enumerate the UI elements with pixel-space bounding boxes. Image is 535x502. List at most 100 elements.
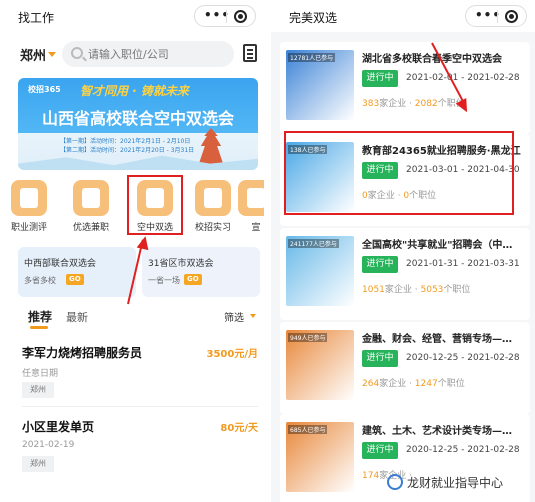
capsule-divider bbox=[226, 10, 227, 23]
tab-latest[interactable]: 最新 bbox=[66, 309, 88, 325]
grid-label: 校招实习 bbox=[194, 223, 231, 233]
fair-title: 全国高校"共享就业"招聘会（中… bbox=[362, 240, 513, 251]
grid-label: 优选兼职 bbox=[72, 223, 109, 233]
filter-button[interactable]: 筛选 bbox=[224, 309, 244, 324]
tab-recommend[interactable]: 推荐 bbox=[28, 308, 52, 325]
page-title: 完美双选 bbox=[289, 11, 338, 25]
close-icon[interactable] bbox=[505, 10, 518, 23]
job-date: 任意日期 bbox=[22, 369, 59, 379]
job-title: 小区里发单页 bbox=[22, 420, 95, 434]
wechat-official-icon bbox=[387, 474, 403, 490]
mini-program-capsule[interactable]: ••• bbox=[465, 5, 527, 27]
fair-dates: 2020-12-25 - 2021-02-28 bbox=[406, 353, 520, 363]
promo-card-31-provinces[interactable]: 31省区市双选会 一省一场 GO bbox=[142, 247, 260, 297]
company-count: 1051 bbox=[362, 285, 385, 295]
grid-item-more[interactable]: 宣 bbox=[236, 180, 264, 233]
fair-card[interactable]: 949人已参与 金融、财会、经管、营销专场—… 进行中 2020-12-25 - 20… bbox=[280, 322, 530, 414]
promo-card-central-west[interactable]: 中西部联合双选会 多省多校 GO bbox=[18, 247, 136, 297]
job-tabs: 推荐 最新 筛选 bbox=[0, 308, 264, 330]
fair-stats: 383家企业 · 2082个职位 bbox=[362, 96, 465, 109]
search-row: 郑州 bbox=[0, 40, 264, 68]
divider bbox=[22, 406, 258, 407]
mini-program-capsule[interactable]: ••• bbox=[194, 5, 256, 27]
promo-sub: 多省多校 bbox=[24, 276, 56, 285]
chevron-down-icon[interactable] bbox=[250, 314, 256, 318]
tab-active-indicator bbox=[30, 326, 48, 329]
promo-sub: 一省一场 bbox=[148, 276, 180, 285]
promo-title: 中西部联合双选会 bbox=[24, 259, 97, 269]
fair-stats: 1051家企业 · 5053个职位 bbox=[362, 282, 470, 295]
grid-label: 职业测评 bbox=[10, 223, 47, 233]
promo-go-badge[interactable]: GO bbox=[184, 274, 202, 285]
job-location-tag: 郑州 bbox=[22, 456, 54, 472]
page-title: 找工作 bbox=[18, 11, 55, 25]
chevron-down-icon[interactable] bbox=[48, 52, 56, 57]
capsule-divider bbox=[497, 10, 498, 23]
participants-badge: 12781人已参与 bbox=[288, 53, 336, 62]
banner-slogan: 智才同用 · 铸就未来 bbox=[80, 84, 189, 98]
banner-logo: 校招365 bbox=[28, 85, 61, 94]
highlight-box-fair bbox=[284, 131, 514, 215]
status-badge: 进行中 bbox=[362, 70, 398, 87]
participants-badge: 241177人已参与 bbox=[288, 239, 339, 248]
thumbs-up-icon bbox=[73, 180, 109, 216]
briefcase-icon bbox=[195, 180, 231, 216]
highlight-box-air-fair bbox=[127, 175, 183, 235]
close-icon[interactable] bbox=[234, 10, 247, 23]
grid-item-part-time[interactable]: 优选兼职 bbox=[66, 180, 116, 233]
promo-title: 31省区市双选会 bbox=[148, 259, 214, 269]
company-count: 174 bbox=[362, 471, 380, 481]
job-date: 2021-02-19 bbox=[22, 440, 75, 450]
fair-stats: 264家企业 · 1247个职位 bbox=[362, 376, 465, 389]
fair-title: 建筑、土木、艺术设计类专场—… bbox=[362, 426, 512, 437]
participants-badge: 685人已参与 bbox=[288, 425, 328, 434]
job-card[interactable]: 李军力烧烤招聘服务员 3500元/月 任意日期 郑州 bbox=[22, 344, 258, 404]
search-bar[interactable] bbox=[62, 41, 234, 67]
fair-thumbnail: 241177人已参与 bbox=[286, 236, 354, 306]
assessment-icon bbox=[11, 180, 47, 216]
position-count: 1247 bbox=[414, 379, 438, 389]
company-count: 264 bbox=[362, 379, 380, 389]
left-title-bar: 找工作 ••• bbox=[0, 0, 264, 32]
job-card[interactable]: 小区里发单页 80元/天 2021-02-19 郑州 bbox=[22, 418, 258, 478]
grid-more-icon bbox=[238, 180, 264, 216]
company-label: 家企业 · bbox=[379, 99, 415, 109]
watermark-text: 龙财就业指导中心 bbox=[407, 476, 504, 490]
city-selector[interactable]: 郑州 bbox=[20, 45, 46, 64]
search-icon bbox=[71, 47, 83, 59]
company-count: 383 bbox=[362, 99, 380, 109]
grid-item-internship[interactable]: 校招实习 bbox=[188, 180, 238, 233]
fair-title: 金融、财会、经管、营销专场—… bbox=[362, 334, 512, 345]
participants-badge: 949人已参与 bbox=[288, 333, 328, 342]
fair-dates: 2020-12-25 - 2021-02-28 bbox=[406, 445, 520, 455]
banner-title: 山西省高校联合空中双选会 bbox=[41, 109, 234, 128]
banner[interactable]: 校招365 智才同用 · 铸就未来 山西省高校联合空中双选会 【第一期】活动时间… bbox=[18, 78, 258, 170]
fair-dates: 2021-01-31 - 2021-03-31 bbox=[406, 259, 520, 269]
job-location-tag: 郑州 bbox=[22, 382, 54, 398]
fair-thumbnail: 949人已参与 bbox=[286, 330, 354, 400]
fair-thumbnail: 685人已参与 bbox=[286, 422, 354, 492]
search-input[interactable] bbox=[88, 45, 228, 63]
status-badge: 进行中 bbox=[362, 442, 398, 459]
watermark: 龙财就业指导中心 bbox=[387, 471, 532, 495]
fair-dates: 2021-02-01 - 2021-02-28 bbox=[406, 73, 520, 83]
company-label: 家企业 · bbox=[379, 379, 415, 389]
right-screen: 完美双选 ••• 12781人已参与 湖北省多校联合春季空中双选会 进行中 2021-… bbox=[271, 0, 535, 502]
fair-card[interactable]: 241177人已参与 全国高校"共享就业"招聘会（中… 进行中 2021-01-31 … bbox=[280, 228, 530, 320]
fair-thumbnail: 12781人已参与 bbox=[286, 50, 354, 120]
job-salary: 3500元/月 bbox=[206, 349, 258, 360]
left-screen: 找工作 ••• 郑州 校招365 智才同用 · 铸就未来 山西省高校联合空中双选… bbox=[0, 0, 264, 502]
resume-icon[interactable] bbox=[243, 44, 257, 62]
company-label: 家企业 · bbox=[384, 285, 421, 295]
position-label: 个职位 bbox=[443, 285, 471, 295]
promo-go-badge[interactable]: GO bbox=[66, 274, 84, 285]
position-count: 2082 bbox=[414, 99, 438, 109]
grid-item-assessment[interactable]: 职业测评 bbox=[4, 180, 54, 233]
position-label: 个职位 bbox=[437, 379, 465, 389]
job-title: 李军力烧烤招聘服务员 bbox=[22, 346, 143, 360]
grid-label: 宣 bbox=[251, 223, 261, 233]
banner-sub-1: 【第一期】活动时间：2021年2月1日 - 2月10日 bbox=[60, 138, 191, 145]
right-title-bar: 完美双选 ••• bbox=[271, 0, 535, 32]
fair-card[interactable]: 12781人已参与 湖北省多校联合春季空中双选会 进行中 2021-02-01 - 2… bbox=[280, 42, 530, 134]
status-badge: 进行中 bbox=[362, 256, 398, 273]
